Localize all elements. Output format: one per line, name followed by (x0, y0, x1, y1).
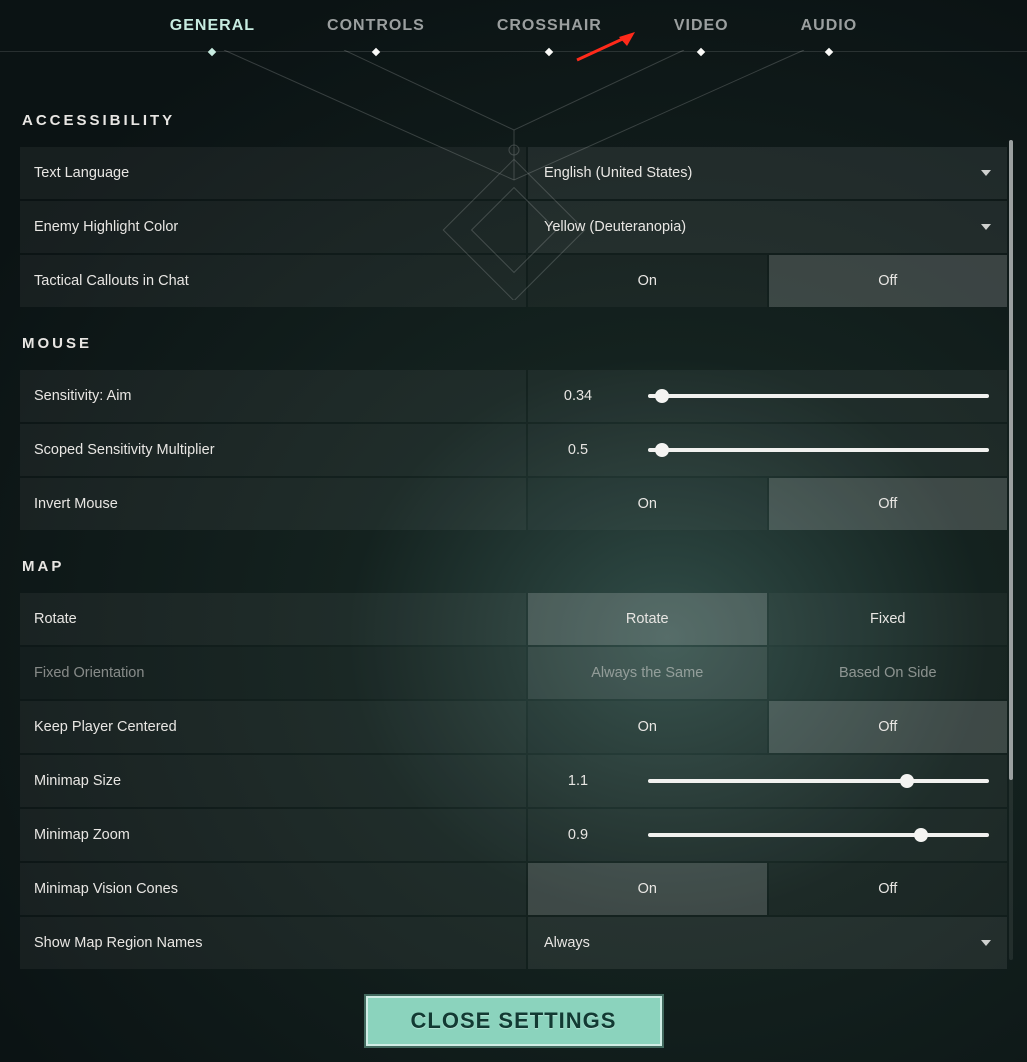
toggle-tactical-callouts: On Off (528, 255, 1007, 307)
row-tactical-callouts: Tactical Callouts in Chat On Off (20, 255, 1007, 307)
settings-scroll-area: ACCESSIBILITY Text Language English (Uni… (0, 52, 1027, 972)
slider-scoped-sens: 0.5 (528, 424, 1007, 476)
label-sensitivity-aim: Sensitivity: Aim (20, 370, 526, 422)
toggle-cones-on[interactable]: On (528, 863, 767, 915)
label-keep-centered: Keep Player Centered (20, 701, 526, 753)
toggle-rotate-fixed[interactable]: Fixed (769, 593, 1008, 645)
settings-tab-bar: GENERAL CONTROLS CROSSHAIR VIDEO AUDIO (0, 0, 1027, 52)
tab-label: VIDEO (674, 17, 729, 34)
dropdown-value: Yellow (Deuteranopia) (544, 219, 686, 235)
tab-label: AUDIO (801, 17, 858, 34)
row-map-rotate: Rotate Rotate Fixed (20, 593, 1007, 645)
dropdown-value: Always (544, 935, 590, 951)
label-minimap-zoom: Minimap Zoom (20, 809, 526, 861)
slider-value[interactable]: 1.1 (528, 773, 628, 789)
dropdown-enemy-highlight[interactable]: Yellow (Deuteranopia) (528, 201, 1007, 253)
row-region-names: Show Map Region Names Always (20, 917, 1007, 969)
scrollbar-track[interactable] (1009, 140, 1013, 960)
scrollbar-thumb[interactable] (1009, 140, 1013, 780)
slider-minimap-zoom: 0.9 (528, 809, 1007, 861)
toggle-fixed-orientation: Always the Same Based On Side (528, 647, 1007, 699)
label-text-language: Text Language (20, 147, 526, 199)
label-map-rotate: Rotate (20, 593, 526, 645)
row-keep-centered: Keep Player Centered On Off (20, 701, 1007, 753)
toggle-tactical-off[interactable]: Off (769, 255, 1008, 307)
toggle-fixedori-same: Always the Same (528, 647, 767, 699)
row-minimap-size: Minimap Size 1.1 (20, 755, 1007, 807)
tab-general[interactable]: GENERAL (170, 3, 255, 49)
label-region-names: Show Map Region Names (20, 917, 526, 969)
chevron-down-icon (981, 940, 991, 946)
section-header-mouse: MOUSE (22, 335, 1007, 352)
section-header-accessibility: ACCESSIBILITY (22, 112, 1007, 129)
toggle-keep-on[interactable]: On (528, 701, 767, 753)
tab-controls[interactable]: CONTROLS (327, 3, 425, 49)
toggle-keep-off[interactable]: Off (769, 701, 1008, 753)
row-enemy-highlight: Enemy Highlight Color Yellow (Deuteranop… (20, 201, 1007, 253)
dropdown-text-language[interactable]: English (United States) (528, 147, 1007, 199)
toggle-invert-on[interactable]: On (528, 478, 767, 530)
slider-sensitivity-aim: 0.34 (528, 370, 1007, 422)
row-minimap-zoom: Minimap Zoom 0.9 (20, 809, 1007, 861)
row-sensitivity-aim: Sensitivity: Aim 0.34 (20, 370, 1007, 422)
slider-thumb-icon[interactable] (655, 389, 669, 403)
toggle-cones-off[interactable]: Off (769, 863, 1008, 915)
toggle-tactical-on[interactable]: On (528, 255, 767, 307)
slider-thumb-icon[interactable] (655, 443, 669, 457)
dropdown-region-names[interactable]: Always (528, 917, 1007, 969)
row-scoped-sens: Scoped Sensitivity Multiplier 0.5 (20, 424, 1007, 476)
slider-value[interactable]: 0.9 (528, 827, 628, 843)
row-fixed-orientation: Fixed Orientation Always the Same Based … (20, 647, 1007, 699)
slider-thumb-icon[interactable] (900, 774, 914, 788)
tab-label: GENERAL (170, 17, 255, 34)
label-invert-mouse: Invert Mouse (20, 478, 526, 530)
close-settings-button[interactable]: CLOSE SETTINGS (364, 994, 664, 1048)
slider-track[interactable] (648, 833, 989, 837)
label-fixed-orientation: Fixed Orientation (20, 647, 526, 699)
slider-track[interactable] (648, 448, 989, 452)
tab-video[interactable]: VIDEO (674, 3, 729, 49)
row-vision-cones: Minimap Vision Cones On Off (20, 863, 1007, 915)
tab-label: CONTROLS (327, 17, 425, 34)
section-header-map: MAP (22, 558, 1007, 575)
toggle-fixedori-side: Based On Side (769, 647, 1008, 699)
chevron-down-icon (981, 224, 991, 230)
label-minimap-size: Minimap Size (20, 755, 526, 807)
toggle-invert-off[interactable]: Off (769, 478, 1008, 530)
tab-label: CROSSHAIR (497, 17, 602, 34)
slider-track[interactable] (648, 779, 989, 783)
label-enemy-highlight: Enemy Highlight Color (20, 201, 526, 253)
toggle-map-rotate: Rotate Fixed (528, 593, 1007, 645)
tab-audio[interactable]: AUDIO (801, 3, 858, 49)
slider-thumb-icon[interactable] (914, 828, 928, 842)
label-vision-cones: Minimap Vision Cones (20, 863, 526, 915)
toggle-rotate-rotate[interactable]: Rotate (528, 593, 767, 645)
slider-value[interactable]: 0.5 (528, 442, 628, 458)
toggle-vision-cones: On Off (528, 863, 1007, 915)
dropdown-value: English (United States) (544, 165, 692, 181)
chevron-down-icon (981, 170, 991, 176)
label-tactical-callouts: Tactical Callouts in Chat (20, 255, 526, 307)
row-text-language: Text Language English (United States) (20, 147, 1007, 199)
close-settings-wrap: CLOSE SETTINGS (364, 994, 664, 1048)
slider-minimap-size: 1.1 (528, 755, 1007, 807)
slider-value[interactable]: 0.34 (528, 388, 628, 404)
label-scoped-sens: Scoped Sensitivity Multiplier (20, 424, 526, 476)
slider-track[interactable] (648, 394, 989, 398)
tab-crosshair[interactable]: CROSSHAIR (497, 3, 602, 49)
row-invert-mouse: Invert Mouse On Off (20, 478, 1007, 530)
toggle-invert-mouse: On Off (528, 478, 1007, 530)
toggle-keep-centered: On Off (528, 701, 1007, 753)
